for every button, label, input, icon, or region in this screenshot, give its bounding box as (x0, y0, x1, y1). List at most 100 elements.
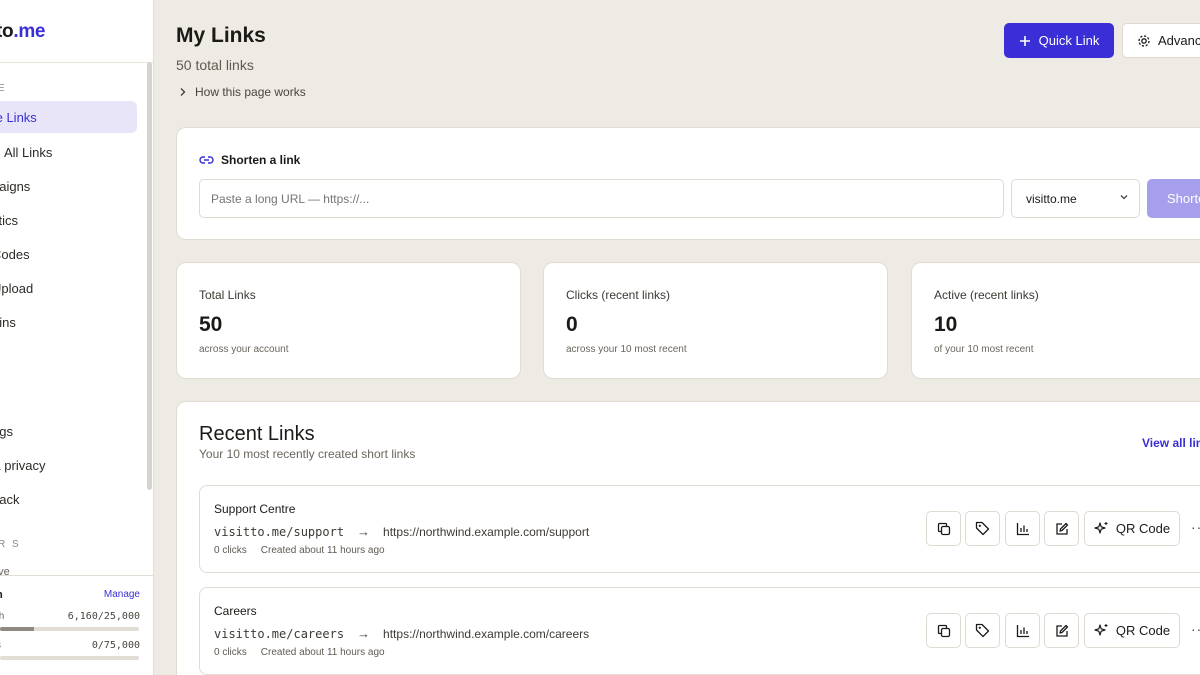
link-mapping: visitto.me/careers → https://northwind.e… (214, 626, 589, 641)
sidebar-item-bulk-upload[interactable]: Upload (0, 272, 137, 304)
edit-button[interactable] (1044, 511, 1079, 546)
sidebar-item-label: ains (0, 314, 16, 330)
sidebar-item-qr-codes[interactable]: Codes (0, 238, 137, 270)
sidebar-item-label: back (0, 491, 20, 507)
qr-code-button[interactable]: QR Code (1084, 511, 1180, 546)
destination-url[interactable]: https://northwind.example.com/support (383, 525, 589, 539)
link-title: Careers (214, 604, 257, 618)
usage-value: 6,160/25,000 (67, 611, 140, 622)
short-url[interactable]: visitto.me/support (214, 525, 344, 539)
stat-caption: across your 10 most recent (566, 344, 687, 355)
nav-section-label: R S (0, 539, 21, 550)
advanced-button[interactable]: Advanced (1122, 23, 1200, 58)
stat-label: Total Links (199, 288, 256, 302)
domain-select[interactable]: visitto.me (1011, 179, 1140, 218)
sidebar-item-feedback[interactable]: back (0, 483, 137, 515)
sidebar-item-label: te Links (0, 109, 37, 125)
more-options-icon[interactable]: ··· (1191, 621, 1200, 637)
edit-icon (1055, 624, 1069, 638)
usage-bar (0, 627, 139, 631)
sidebar-item-all-links[interactable]: All Links (4, 136, 149, 168)
usage-bar (0, 656, 139, 660)
sparkle-icon (1094, 623, 1109, 638)
bar-chart-icon (1016, 522, 1030, 536)
recent-links-title: Recent Links (199, 423, 315, 445)
brand-logo[interactable]: to.me (0, 21, 45, 43)
copy-icon (937, 522, 951, 536)
sidebar-item-domains[interactable]: ains (0, 306, 137, 338)
stat-value: 10 (934, 313, 958, 336)
link-meta: 0 clicks Created about 11 hours ago (214, 545, 385, 556)
qr-code-label: QR Code (1115, 521, 1171, 536)
plan-usage: n Manage th 6,160/25,000 s 0/75,000 (0, 575, 153, 675)
sidebar-item-label: & privacy (0, 457, 46, 473)
plan-title: n (0, 589, 3, 601)
link-row: Support Centre visitto.me/support → http… (199, 485, 1200, 573)
stat-card-active: Active (recent links) 10 of your 10 most… (911, 262, 1200, 379)
arrow-right-icon: → (357, 524, 371, 539)
destination-url[interactable]: https://northwind.example.com/careers (383, 627, 589, 641)
stat-card-total-links: Total Links 50 across your account (176, 262, 521, 379)
quick-link-label: Quick Link (1038, 33, 1100, 48)
stat-caption: of your 10 most recent (934, 344, 1034, 355)
sidebar-item-settings[interactable]: ngs (0, 415, 137, 447)
click-count: 0 clicks (214, 545, 247, 556)
sidebar-item-label: ngs (0, 423, 13, 439)
edit-icon (1055, 522, 1069, 536)
more-options-icon[interactable]: ··· (1191, 519, 1200, 535)
how-link-label: How this page works (195, 85, 306, 99)
sidebar-item-campaigns[interactable]: paigns (0, 170, 137, 202)
shorten-title-text: Shorten a link (221, 153, 301, 167)
shorten-button-label: Shorten (1167, 191, 1200, 206)
nav-section-label: E (0, 83, 7, 94)
manage-plan-link[interactable]: Manage (104, 589, 140, 600)
quick-link-button[interactable]: Quick Link (1004, 23, 1114, 58)
sidebar-item-label: Codes (0, 246, 30, 262)
advanced-label: Advanced (1158, 33, 1200, 48)
link-icon (199, 155, 214, 165)
brand[interactable]: to.me (0, 0, 153, 63)
qr-code-button[interactable]: QR Code (1084, 613, 1180, 648)
tag-button[interactable] (965, 511, 1000, 546)
analytics-button[interactable] (1005, 511, 1040, 546)
sidebar-item-billing[interactable]: g (0, 381, 137, 413)
qr-code-label: QR Code (1115, 623, 1171, 638)
sidebar: to.me E te Links All Links paigns ytics … (0, 0, 154, 675)
chevron-down-icon (1119, 192, 1129, 202)
copy-button[interactable] (926, 613, 961, 648)
link-row: Careers visitto.me/careers → https://nor… (199, 587, 1200, 675)
analytics-button[interactable] (1005, 613, 1040, 648)
copy-icon (937, 624, 951, 638)
recent-links-card: Recent Links Your 10 most recently creat… (176, 401, 1200, 675)
sidebar-item-analytics[interactable]: ytics (0, 204, 137, 236)
brand-name: to (0, 21, 14, 42)
domain-select-value: visitto.me (1026, 191, 1077, 206)
tag-button[interactable] (965, 613, 1000, 648)
page-title: My Links (176, 24, 266, 47)
plus-icon (1019, 35, 1031, 47)
usage-label: s (0, 640, 1, 651)
shorten-button[interactable]: Shorten (1147, 179, 1200, 218)
brand-suffix: .me (13, 21, 46, 42)
sidebar-item-label: paigns (0, 178, 31, 194)
sidebar-item-security-privacy[interactable]: & privacy (0, 449, 137, 481)
short-url[interactable]: visitto.me/careers (214, 627, 344, 641)
stat-label: Active (recent links) (934, 288, 1039, 302)
shorten-title: Shorten a link (199, 153, 300, 167)
sidebar-scrollbar[interactable] (147, 62, 152, 490)
stat-value: 50 (199, 313, 223, 336)
stat-card-clicks: Clicks (recent links) 0 across your 10 m… (543, 262, 888, 379)
sidebar-item-label: All Links (4, 144, 53, 160)
shorten-card: Shorten a link visitto.me Shorten (176, 127, 1200, 240)
stat-caption: across your account (199, 344, 289, 355)
long-url-input[interactable] (199, 179, 1004, 218)
sidebar-item-create-links[interactable]: te Links (0, 101, 137, 133)
recent-links-subtitle: Your 10 most recently created short link… (199, 447, 416, 461)
edit-button[interactable] (1044, 613, 1079, 648)
how-this-page-works-toggle[interactable]: How this page works (178, 85, 306, 99)
click-count: 0 clicks (214, 647, 247, 658)
created-time: Created about 11 hours ago (260, 545, 385, 556)
created-time: Created about 11 hours ago (260, 647, 385, 658)
view-all-links-link[interactable]: View all links (1142, 436, 1200, 450)
copy-button[interactable] (926, 511, 961, 546)
